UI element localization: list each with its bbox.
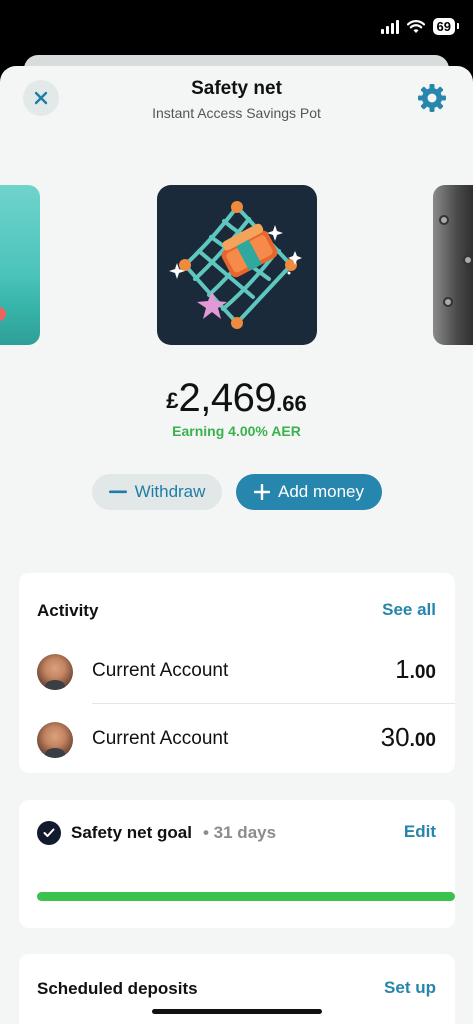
cellular-signal-icon — [380, 19, 399, 34]
see-all-link[interactable]: See all — [382, 600, 436, 620]
pot-image-next[interactable] — [433, 185, 473, 345]
activity-row[interactable]: Current Account 1.00 — [19, 642, 455, 702]
plus-icon — [254, 484, 270, 500]
settings-button[interactable] — [414, 80, 450, 116]
balance-currency: £ — [166, 388, 179, 413]
goal-title: Safety net goal — [71, 823, 192, 842]
avatar — [37, 654, 73, 690]
goal-progress-fill — [37, 892, 455, 901]
status-bar: 69 — [0, 0, 473, 56]
next-image-detail — [463, 255, 473, 265]
goal-duration: • 31 days — [203, 823, 277, 842]
activity-name: Current Account — [92, 728, 229, 749]
battery-indicator: 69 — [432, 18, 460, 35]
gear-icon — [418, 84, 446, 112]
status-icons: 69 — [380, 18, 460, 35]
activity-name: Current Account — [92, 660, 229, 681]
activity-card: Activity See all Current Account 1.00 Cu… — [19, 573, 455, 773]
pot-image-prev[interactable] — [0, 185, 40, 345]
withdraw-label: Withdraw — [134, 482, 206, 501]
home-indicator[interactable] — [152, 1009, 322, 1014]
amount-minor: .00 — [409, 662, 436, 683]
balance-major: 2,469 — [178, 376, 277, 420]
withdraw-button[interactable]: Withdraw — [92, 474, 222, 510]
amount-major: 30 — [380, 722, 410, 752]
set-up-link[interactable]: Set up — [384, 978, 436, 998]
next-image-detail — [443, 297, 453, 307]
avatar — [37, 722, 73, 758]
balance-minor: .66 — [276, 391, 307, 416]
minus-icon — [108, 490, 127, 494]
activity-row[interactable]: Current Account 30.00 — [19, 710, 455, 770]
wifi-icon — [406, 19, 425, 33]
page-subtitle: Instant Access Savings Pot — [152, 105, 321, 121]
activity-amount: 1.00 — [395, 654, 436, 685]
add-money-button[interactable]: Add money — [236, 474, 382, 510]
safety-net-illustration — [169, 201, 302, 329]
scheduled-deposits-title: Scheduled deposits — [37, 979, 198, 998]
goal-card: Safety net goal • 31 days Edit — [19, 800, 455, 928]
activity-amount: 30.00 — [381, 722, 436, 753]
add-money-label: Add money — [278, 482, 364, 501]
divider — [92, 703, 455, 704]
amount-minor: .00 — [409, 730, 436, 751]
page-title: Safety net — [191, 78, 282, 99]
edit-goal-link[interactable]: Edit — [404, 822, 436, 842]
prev-image-detail — [0, 307, 6, 321]
pot-balance: £2,469.66 — [0, 376, 473, 421]
next-image-detail — [439, 215, 449, 225]
check-circle-icon — [37, 821, 61, 845]
pot-image-safety-net[interactable] — [157, 185, 317, 345]
pot-sheet: Safety net Instant Access Savings Pot £2… — [0, 66, 473, 1024]
interest-rate: Earning 4.00% AER — [172, 423, 301, 439]
activity-title: Activity — [37, 601, 99, 620]
amount-major: 1 — [395, 654, 410, 684]
goal-progress-bar — [37, 892, 455, 901]
